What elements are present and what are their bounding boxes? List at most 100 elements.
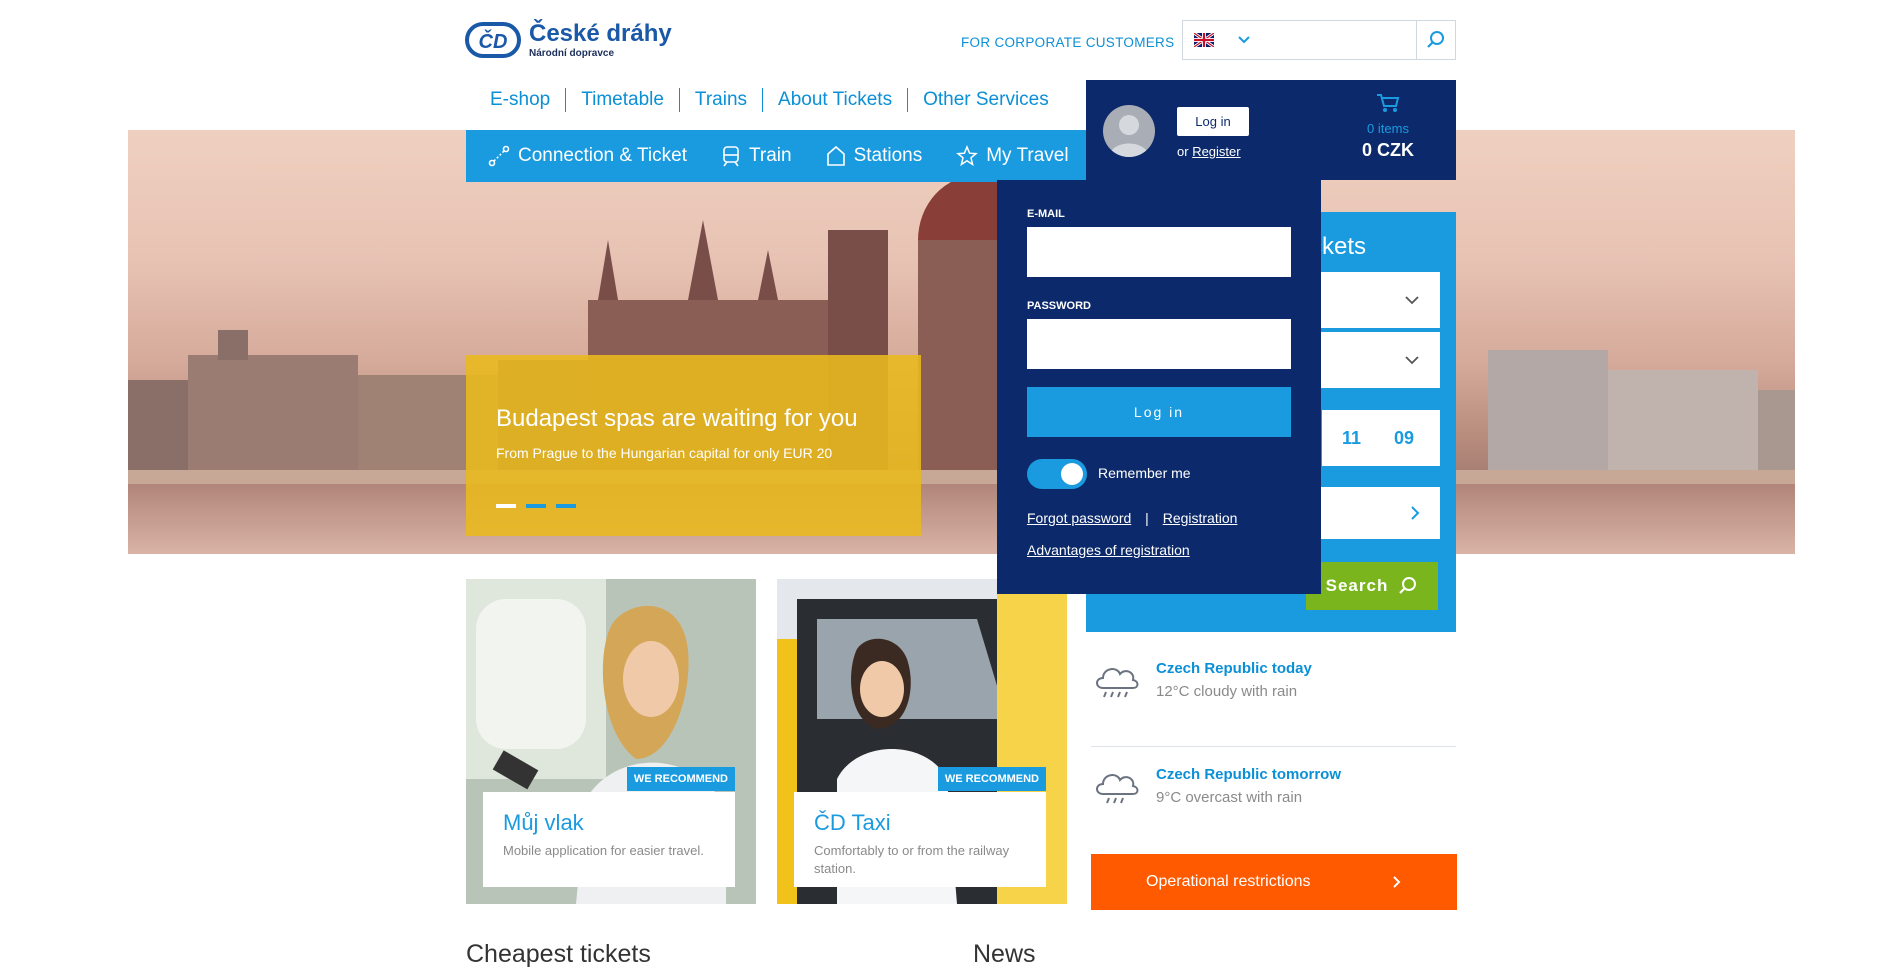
recommend-badge: WE RECOMMEND — [937, 767, 1046, 791]
slider-dot[interactable] — [526, 504, 546, 508]
cart-icon — [1377, 94, 1400, 112]
tab-label: My Travel — [986, 145, 1069, 166]
time-hours[interactable]: 11 — [1342, 428, 1361, 449]
login-button[interactable]: Log in — [1177, 107, 1249, 136]
shopping-cart[interactable]: 0 items 0 CZK — [1320, 92, 1456, 161]
tab-label: Connection & Ticket — [518, 145, 687, 166]
nav-eshop[interactable]: E-shop — [465, 88, 567, 112]
brand-name: České dráhy — [529, 19, 672, 47]
time-field[interactable] — [1322, 410, 1440, 466]
recommend-badge: WE RECOMMEND — [626, 767, 735, 791]
card-content: Můj vlak Mobile application for easier t… — [483, 792, 735, 887]
route-icon — [488, 145, 510, 167]
weather-tomorrow[interactable]: Czech Republic tomorrow 9°C overcast wit… — [1091, 766, 1456, 810]
slider-dots — [496, 504, 576, 508]
chevron-down-icon — [1405, 296, 1419, 305]
remember-me-label: Remember me — [1098, 465, 1191, 481]
cloud-rain-icon — [1096, 774, 1139, 804]
login-submit-button[interactable]: Log in — [1027, 387, 1291, 437]
slider-dot[interactable] — [556, 504, 576, 508]
password-field[interactable] — [1027, 319, 1291, 369]
uk-flag-icon — [1194, 33, 1215, 47]
brand-tagline: Národní dopravce — [529, 47, 615, 59]
news-heading: News — [973, 940, 1036, 968]
forgot-password-link[interactable]: Forgot password — [1027, 510, 1131, 526]
search-input[interactable] — [1262, 20, 1417, 60]
card-title: Můj vlak — [503, 810, 584, 835]
top-navigation: E-shop Timetable Trains About Tickets Ot… — [465, 88, 1064, 112]
tab-connection-ticket[interactable]: Connection & Ticket — [476, 145, 699, 167]
ticket-search-button[interactable]: Search — [1306, 562, 1438, 610]
toggle-knob — [1061, 463, 1083, 485]
chevron-down-icon — [1405, 356, 1419, 365]
weather-description: 9°C overcast with rain — [1156, 789, 1303, 806]
card-description: Mobile application for easier travel. — [503, 843, 704, 858]
operational-restrictions-button[interactable]: Operational restrictions — [1091, 854, 1457, 910]
from-station-field[interactable] — [1310, 272, 1440, 328]
weather-today[interactable]: Czech Republic today 12°C cloudy with ra… — [1091, 660, 1456, 704]
tab-my-travel[interactable]: My Travel — [944, 145, 1080, 167]
operational-label: Operational restrictions — [1146, 873, 1311, 890]
star-icon — [956, 145, 979, 167]
recommend-card-muj-vlak[interactable]: WE RECOMMEND Můj vlak Mobile application… — [466, 579, 756, 904]
chevron-right-icon — [1393, 876, 1401, 888]
cheapest-tickets-heading: Cheapest tickets — [466, 940, 651, 968]
cart-item-count: 0 items — [1367, 121, 1409, 136]
user-avatar-icon — [1109, 115, 1149, 157]
remember-me-toggle[interactable] — [1027, 459, 1087, 489]
login-links: Forgot password | Registration — [1027, 510, 1237, 526]
chevron-right-icon — [1411, 506, 1420, 520]
search-icon — [1427, 31, 1444, 48]
weather-title: Czech Republic today — [1156, 660, 1312, 677]
recommend-card-cd-taxi[interactable]: WE RECOMMEND ČD Taxi Comfortably to or f… — [777, 579, 1067, 904]
register-link[interactable]: Register — [1192, 144, 1240, 159]
or-text: or — [1177, 144, 1189, 159]
tab-train[interactable]: Train — [709, 145, 804, 167]
svg-text:ČD: ČD — [479, 29, 508, 53]
login-dropdown: E-MAIL PASSWORD Log in Remember me Forgo… — [997, 180, 1321, 594]
nav-other-services[interactable]: Other Services — [908, 88, 1064, 112]
password-label: PASSWORD — [1027, 300, 1091, 312]
slider-dot[interactable] — [496, 504, 516, 508]
cloud-rain-icon — [1096, 668, 1139, 698]
search-icon — [1399, 577, 1417, 594]
link-separator: | — [1145, 510, 1149, 526]
budapest-skyline-image — [128, 175, 1795, 554]
promo-title: Budapest spas are waiting for you — [496, 405, 858, 432]
email-label: E-MAIL — [1027, 208, 1065, 220]
search-button[interactable] — [1416, 20, 1456, 60]
language-select[interactable] — [1182, 20, 1263, 60]
nav-about-tickets[interactable]: About Tickets — [763, 88, 909, 112]
card-title: ČD Taxi — [814, 810, 891, 835]
register-prompt: or Register — [1177, 144, 1241, 159]
hero-banner[interactable] — [128, 130, 1795, 554]
cd-logo-icon: ČD — [465, 22, 521, 58]
promo-subtitle: From Prague to the Hungarian capital for… — [496, 445, 833, 461]
station-icon — [826, 145, 845, 166]
to-station-field[interactable] — [1310, 332, 1440, 388]
card-description: Comfortably to or from the railway stati… — [814, 843, 1010, 876]
registration-link[interactable]: Registration — [1163, 510, 1238, 526]
email-field[interactable] — [1027, 227, 1291, 277]
weather-description: 12°C cloudy with rain — [1156, 683, 1298, 700]
tab-label: Stations — [853, 145, 923, 166]
weather-title: Czech Republic tomorrow — [1156, 766, 1342, 783]
time-minutes[interactable]: 09 — [1394, 428, 1414, 449]
train-icon — [723, 146, 739, 167]
tab-label: Train — [748, 145, 792, 166]
hero-promo[interactable]: Budapest spas are waiting for you From P… — [466, 355, 921, 536]
avatar — [1103, 105, 1155, 157]
cart-total: 0 CZK — [1361, 140, 1414, 160]
search-label: Search — [1325, 576, 1389, 595]
nav-trains[interactable]: Trains — [680, 88, 764, 112]
chevron-down-icon — [1238, 36, 1250, 44]
brand-logo[interactable]: ČD České dráhy Národní dopravce — [465, 20, 672, 60]
nav-timetable[interactable]: Timetable — [566, 88, 680, 112]
advantages-link[interactable]: Advantages of registration — [1027, 542, 1190, 558]
tab-stations[interactable]: Stations — [814, 145, 935, 167]
card-content: ČD Taxi Comfortably to or from the railw… — [794, 792, 1046, 887]
divider — [1091, 746, 1456, 747]
options-field[interactable] — [1310, 487, 1440, 539]
main-tabs: Connection & Ticket Train Stations My Tr… — [466, 130, 1086, 182]
corporate-customers-link[interactable]: FOR CORPORATE CUSTOMERS — [961, 35, 1174, 50]
